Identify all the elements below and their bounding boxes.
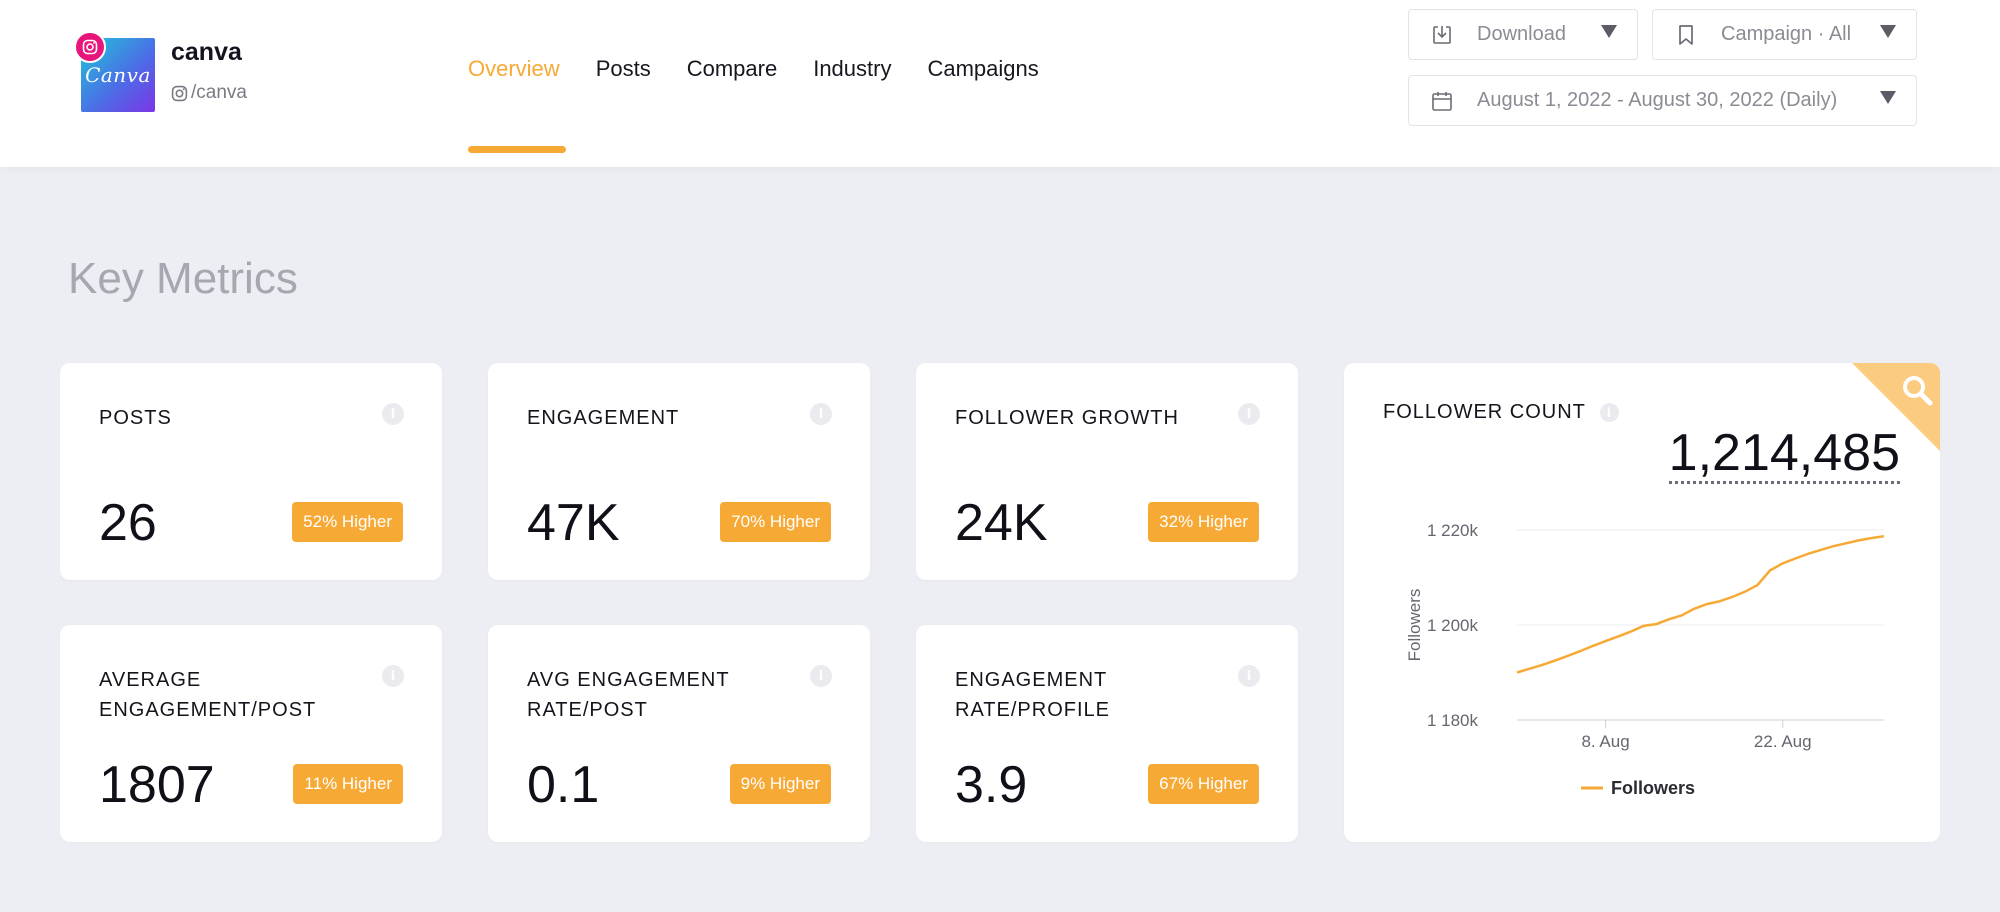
info-icon[interactable]: i (382, 665, 404, 687)
metric-card-avg-engagement-rate-post: AVG ENGAGEMENT RATE/POST i 0.1 9% Higher (488, 625, 870, 842)
instagram-outline-icon (171, 85, 188, 101)
info-icon[interactable]: i (382, 403, 404, 425)
campaign-select[interactable]: Campaign · All (1652, 9, 1917, 60)
avatar-logo-text: Canva (85, 63, 151, 87)
comparison-badge: 9% Higher (729, 764, 831, 804)
download-button[interactable]: Download (1408, 9, 1638, 60)
x-tick-label: 8. Aug (1581, 732, 1629, 751)
tab-industry[interactable]: Industry (813, 56, 891, 82)
info-icon[interactable]: i (1238, 403, 1260, 425)
metric-card-posts: POSTS i 26 52% Higher (60, 363, 442, 580)
metric-title: AVERAGE ENGAGEMENT/POST (99, 669, 317, 721)
profile-handle: /canva (191, 82, 247, 103)
chart-legend[interactable]: Followers (1581, 778, 1695, 798)
tab-posts[interactable]: Posts (596, 56, 651, 82)
active-tab-indicator (468, 146, 566, 153)
metric-title: ENGAGEMENT (527, 407, 680, 429)
comparison-badge: 52% Higher (292, 502, 403, 542)
x-tick-label: 22. Aug (1754, 732, 1812, 751)
comparison-badge: 32% Higher (1148, 502, 1259, 542)
info-icon[interactable]: i (1238, 665, 1260, 687)
download-caret-icon (1601, 25, 1617, 38)
y-tick-label: 1 220k (1427, 521, 1479, 540)
download-icon (1429, 22, 1455, 48)
metric-title: FOLLOWER GROWTH (955, 407, 1179, 429)
metric-title: ENGAGEMENT RATE/PROFILE (955, 669, 1110, 721)
top-header: Canva canva /canva Overview Posts Compar… (0, 0, 2000, 167)
calendar-icon (1429, 88, 1455, 114)
main-nav: Overview Posts Compare Industry Campaign… (468, 56, 1039, 82)
bookmark-icon (1673, 22, 1699, 48)
y-axis-label: Followers (1405, 589, 1424, 662)
legend-label: Followers (1611, 778, 1695, 798)
tab-overview[interactable]: Overview (468, 56, 560, 82)
info-icon[interactable]: i (810, 665, 832, 687)
metric-value: 3.9 (955, 756, 1028, 814)
series-line-followers (1516, 534, 1885, 674)
download-label: Download (1477, 23, 1566, 45)
comparison-badge: 70% Higher (720, 502, 831, 542)
info-icon[interactable]: i (810, 403, 832, 425)
metric-value: 26 (99, 494, 157, 552)
y-tick-label: 1 180k (1427, 711, 1479, 730)
date-range-caret-icon (1880, 91, 1896, 104)
metric-card-follower-growth: FOLLOWER GROWTH i 24K 32% Higher (916, 363, 1298, 580)
metric-value: 47K (527, 494, 620, 552)
metric-value: 1807 (99, 756, 215, 814)
metric-title: POSTS (99, 407, 172, 429)
metric-value: 24K (955, 494, 1048, 552)
y-tick-label: 1 200k (1427, 616, 1479, 635)
comparison-badge: 11% Higher (293, 764, 403, 804)
date-range-select[interactable]: August 1, 2022 - August 30, 2022 (Daily) (1408, 75, 1917, 126)
metric-card-avg-engagement-post: AVERAGE ENGAGEMENT/POST i 1807 11% Highe… (60, 625, 442, 842)
follower-count-card: FOLLOWER COUNT i 1,214,485 Followers 1 1… (1344, 363, 1940, 842)
comparison-badge: 67% Higher (1148, 764, 1259, 804)
follower-line-chart: Followers 1 180k 1 200k 1 220k 8. Aug 22. A… (1405, 521, 1885, 798)
metric-card-engagement: ENGAGEMENT i 47K 70% Higher (488, 363, 870, 580)
date-range-label: August 1, 2022 - August 30, 2022 (Daily) (1477, 89, 1838, 111)
profile-handle-row[interactable]: /canva (171, 82, 247, 104)
profile-name: canva (171, 38, 242, 66)
campaign-label: Campaign · All (1721, 23, 1852, 45)
tab-compare[interactable]: Compare (687, 56, 777, 82)
metric-title: AVG ENGAGEMENT RATE/POST (527, 669, 730, 721)
campaign-caret-icon (1880, 25, 1896, 38)
metric-value: 0.1 (527, 756, 600, 814)
section-title: Key Metrics (68, 254, 298, 303)
instagram-icon (74, 31, 106, 63)
tab-campaigns[interactable]: Campaigns (927, 56, 1038, 82)
metric-card-engagement-rate-profile: ENGAGEMENT RATE/PROFILE i 3.9 67% Higher (916, 625, 1298, 842)
